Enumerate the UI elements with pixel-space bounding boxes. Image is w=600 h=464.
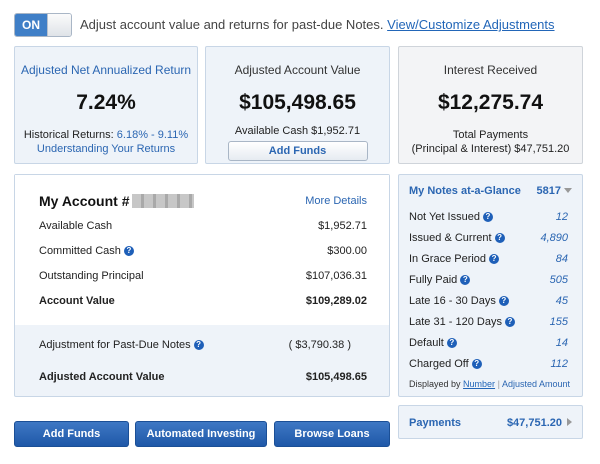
browse-loans-button[interactable]: Browse Loans [274, 421, 390, 447]
naar-title: Adjusted Net Annualized Return [20, 63, 192, 77]
adjust-text-line: Adjust account value and returns for pas… [80, 17, 555, 32]
help-icon[interactable]: ? [193, 340, 204, 350]
more-details-link[interactable]: More Details [305, 195, 367, 207]
customize-adjustments-link[interactable]: View/Customize Adjustments [387, 17, 554, 32]
adjusted-account-value-label: Adjusted Account Value [39, 371, 165, 383]
glance-label: Default [409, 337, 444, 349]
interest-title: Interest Received [443, 63, 538, 77]
account-title: My Account # [39, 193, 194, 209]
payments-panel[interactable]: Payments $47,751.20 [398, 405, 583, 439]
add-funds-button[interactable]: Add Funds [14, 421, 129, 447]
chevron-down-icon[interactable] [564, 188, 572, 193]
displayed-by-label: Displayed by [409, 379, 461, 389]
aav-title: Adjusted Account Value [234, 63, 361, 77]
outstanding-principal-value: $107,036.31 [305, 270, 367, 282]
display-separator: | [497, 379, 500, 389]
glance-label: Not Yet Issued [409, 211, 480, 223]
account-value-value: $109,289.02 [305, 295, 367, 307]
glance-row-charged-off: Charged Off? 112 [409, 358, 568, 370]
glance-header[interactable]: My Notes at-a-Glance 5817 [409, 185, 572, 197]
glance-count: 5817 [536, 185, 561, 197]
outstanding-principal-label: Outstanding Principal [39, 270, 144, 282]
toggle-knob[interactable] [47, 14, 71, 36]
help-icon[interactable]: ? [446, 338, 457, 348]
glance-title: My Notes at-a-Glance [409, 185, 521, 197]
help-icon[interactable]: ? [471, 359, 482, 369]
row-outstanding-principal: Outstanding Principal $107,036.31 [39, 270, 367, 282]
glance-label: Charged Off [409, 358, 469, 370]
glance-count-wrap: 5817 [537, 185, 572, 197]
glance-row-issued-current: Issued & Current? 4,890 [409, 232, 568, 244]
account-value-label: Account Value [39, 295, 115, 307]
glance-value[interactable]: 14 [556, 337, 568, 349]
aav-value: $105,498.65 [239, 91, 356, 114]
committed-cash-label: Committed Cash [39, 245, 121, 257]
adjustment-label: Adjustment for Past-Due Notes [39, 339, 191, 351]
help-icon[interactable]: ? [494, 233, 505, 243]
glance-row-late-16-30: Late 16 - 30 Days? 45 [409, 295, 568, 307]
glance-row-not-yet-issued: Not Yet Issued? 12 [409, 211, 568, 223]
adjust-description: Adjust account value and returns for pas… [80, 17, 384, 32]
glance-label: Late 16 - 30 Days [409, 295, 496, 307]
interest-value: $12,275.74 [437, 91, 544, 114]
glance-value[interactable]: 84 [556, 253, 568, 265]
row-adjusted-account-value: Adjusted Account Value $105,498.65 [39, 371, 367, 383]
help-icon[interactable]: ? [482, 212, 493, 222]
historical-returns-range: 6.18% - 9.11% [116, 129, 189, 141]
glance-value[interactable]: 112 [550, 358, 568, 370]
display-by-amount-link[interactable]: Adjusted Amount [502, 379, 570, 389]
add-funds-small-button[interactable]: Add Funds [227, 141, 368, 161]
row-account-value: Account Value $109,289.02 [39, 295, 367, 307]
row-available-cash: Available Cash $1,952.71 [39, 220, 367, 232]
automated-investing-button[interactable]: Automated Investing [135, 421, 267, 447]
available-cash-value: $1,952.71 [318, 220, 367, 232]
payments-label: Payments [409, 417, 461, 429]
naar-value: 7.24% [76, 91, 136, 114]
total-payments-value: (Principal & Interest) $47,751.20 [411, 143, 570, 155]
chevron-right-icon [567, 418, 572, 426]
committed-cash-value: $300.00 [327, 245, 367, 257]
account-summary-area: My Account # More Details Available Cash… [15, 175, 389, 325]
help-icon[interactable]: ? [489, 254, 500, 264]
adjusted-account-value-panel: Adjusted Account Value $105,498.65 Avail… [205, 46, 390, 164]
row-adjustment: Adjustment for Past-Due Notes? ( $3,790.… [39, 339, 367, 351]
glance-value[interactable]: 505 [550, 274, 568, 286]
payments-value: $47,751.20 [506, 417, 562, 429]
available-cash-label: Available Cash [39, 220, 113, 232]
total-payments-label: Total Payments [452, 129, 529, 141]
adjustment-toggle[interactable]: ON [14, 13, 72, 37]
glance-row-grace-period: In Grace Period? 84 [409, 253, 568, 265]
historical-returns-label: Historical Returns: [23, 129, 114, 141]
understanding-returns-link[interactable]: Understanding Your Returns [15, 143, 197, 155]
row-committed-cash: Committed Cash? $300.00 [39, 245, 367, 257]
display-by-number-link[interactable]: Number [463, 379, 495, 389]
aav-available-cash: Available Cash $1,952.71 [234, 125, 361, 137]
help-icon[interactable]: ? [504, 317, 515, 327]
glance-value[interactable]: 4,890 [540, 232, 568, 244]
glance-row-fully-paid: Fully Paid? 505 [409, 274, 568, 286]
adjusted-account-value-value: $105,498.65 [305, 371, 367, 383]
help-icon[interactable]: ? [123, 246, 134, 256]
help-icon[interactable]: ? [498, 296, 509, 306]
glance-row-default: Default? 14 [409, 337, 568, 349]
adjustment-value: ( $3,790.38 ) [288, 339, 351, 351]
displayed-by: Displayed by Number | Adjusted Amount [409, 379, 570, 389]
my-account-panel: My Account # More Details Available Cash… [14, 174, 390, 397]
glance-row-late-31-120: Late 31 - 120 Days? 155 [409, 316, 568, 328]
account-number-mask [131, 194, 194, 208]
glance-value[interactable]: 155 [550, 316, 568, 328]
naar-panel: Adjusted Net Annualized Return 7.24% His… [14, 46, 198, 164]
notes-at-a-glance-panel: My Notes at-a-Glance 5817 Not Yet Issued… [398, 174, 583, 397]
glance-label: Fully Paid [409, 274, 458, 286]
interest-received-panel: Interest Received $12,275.74 Total Payme… [398, 46, 583, 164]
glance-value[interactable]: 45 [556, 295, 568, 307]
help-icon[interactable]: ? [460, 275, 471, 285]
account-title-text: My Account # [39, 193, 130, 209]
glance-value[interactable]: 12 [556, 211, 568, 223]
glance-label: Late 31 - 120 Days [409, 316, 502, 328]
toggle-on-label: ON [15, 14, 47, 36]
historical-returns: Historical Returns: 6.18% - 9.11% [15, 129, 197, 141]
glance-label: Issued & Current [409, 232, 492, 244]
glance-label: In Grace Period [409, 253, 487, 265]
